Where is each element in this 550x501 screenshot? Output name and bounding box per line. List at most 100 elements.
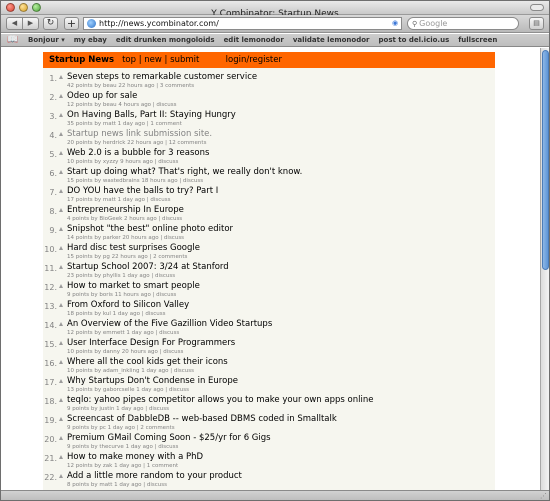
bookmark-my-ebay[interactable]: my ebay xyxy=(74,36,107,44)
story-title-link[interactable]: On Having Balls, Part II: Staying Hungry xyxy=(67,110,236,120)
story-rank: 13. xyxy=(44,302,57,311)
story-item: 17. Why Startups Don't Condense in Europe… xyxy=(43,376,495,395)
address-bar[interactable]: http://news.ycombinator.com/ ◉ xyxy=(83,17,402,30)
story-title-link[interactable]: From Oxford to Silicon Valley xyxy=(67,300,189,310)
back-forward-group: ◀ ▶ xyxy=(6,17,39,30)
forward-button[interactable]: ▶ xyxy=(22,18,38,29)
story-title-link[interactable]: Startup news link submission site. xyxy=(67,129,212,139)
story-rank: 5. xyxy=(49,150,57,159)
story-rank: 11. xyxy=(44,264,57,273)
upvote-arrow-icon[interactable] xyxy=(59,436,63,440)
story-item: 3. On Having Balls, Part II: Staying Hung… xyxy=(43,110,495,129)
search-input[interactable] xyxy=(419,19,500,28)
story-subtext: 17 points by matt 1 day ago | discuss xyxy=(67,197,171,203)
story-title-link[interactable]: Snipshot "the best" online photo editor xyxy=(67,224,233,234)
scrollbar-thumb[interactable] xyxy=(542,50,549,270)
upvote-arrow-icon[interactable] xyxy=(59,455,63,459)
bookmark-post-to-delicious[interactable]: post to del.icio.us xyxy=(379,36,450,44)
upvote-arrow-icon[interactable] xyxy=(59,132,63,136)
nav-submit[interactable]: submit xyxy=(170,55,199,65)
story-title-link[interactable]: How to market to smart people xyxy=(67,281,200,291)
login-register-link[interactable]: login/register xyxy=(226,55,282,65)
story-title-link[interactable]: Odeo up for sale xyxy=(67,91,137,101)
story-item: 11. Startup School 2007: 3/24 at Stanford… xyxy=(43,262,495,281)
nav-top[interactable]: top xyxy=(122,55,136,65)
search-field[interactable]: ⚲ xyxy=(407,17,519,30)
zoom-window-icon[interactable] xyxy=(32,3,41,12)
story-title-link[interactable]: Premium GMail Coming Soon - $25/yr for 6… xyxy=(67,433,271,443)
story-title-link[interactable]: Entrepreneurship In Europe xyxy=(67,205,184,215)
upvote-arrow-icon[interactable] xyxy=(59,113,63,117)
story-title-link[interactable]: DO YOU have the balls to try? Part I xyxy=(67,186,218,196)
add-bookmark-button[interactable]: + xyxy=(64,17,79,30)
story-title-link[interactable]: How to make money with a PhD xyxy=(67,452,203,462)
story-item: 6. Start up doing what? That's right, we … xyxy=(43,167,495,186)
story-title-link[interactable]: Web 2.0 is a bubble for 3 reasons xyxy=(67,148,209,158)
toolbar-toggle-button[interactable] xyxy=(530,4,544,11)
page-menu-button[interactable]: ▤ xyxy=(529,17,544,30)
story-subtext: 9 points by boris 11 hours ago | discuss xyxy=(67,292,177,298)
upvote-arrow-icon[interactable] xyxy=(59,417,63,421)
story-title-link[interactable]: Screencast of DabbleDB -- web-based DBMS… xyxy=(67,414,337,424)
upvote-arrow-icon[interactable] xyxy=(59,265,63,269)
story-title-link[interactable]: teqlo: yahoo pipes competitor allows you… xyxy=(67,395,373,405)
url-text[interactable]: http://news.ycombinator.com/ xyxy=(99,19,389,28)
back-button[interactable]: ◀ xyxy=(7,18,22,29)
browser-window: Y Combinator: Startup News ◀ ▶ ↻ + http:… xyxy=(0,0,550,501)
bookmark-bonjour[interactable]: Bonjour ▾ xyxy=(28,36,65,44)
story-title-link[interactable]: Why Startups Don't Condense in Europe xyxy=(67,376,238,386)
nav-new[interactable]: new xyxy=(144,55,162,65)
story-list: 1. Seven steps to remarkable customer ser… xyxy=(43,68,495,490)
upvote-arrow-icon[interactable] xyxy=(59,379,63,383)
minimize-window-icon[interactable] xyxy=(19,3,28,12)
story-title-link[interactable]: User Interface Design For Programmers xyxy=(67,338,235,348)
close-window-icon[interactable] xyxy=(6,3,15,12)
site-title[interactable]: Startup News xyxy=(49,55,114,65)
story-title-link[interactable]: An Overview of the Five Gazillion Video … xyxy=(67,319,272,329)
upvote-arrow-icon[interactable] xyxy=(59,170,63,174)
upvote-arrow-icon[interactable] xyxy=(59,284,63,288)
story-title-link[interactable]: Startup School 2007: 3/24 at Stanford xyxy=(67,262,229,272)
bookmark-validate-lemonodor[interactable]: validate lemonodor xyxy=(293,36,370,44)
resize-grip-icon[interactable]: ⋰ xyxy=(540,492,547,500)
upvote-arrow-icon[interactable] xyxy=(59,360,63,364)
story-title-link[interactable]: Start up doing what? That's right, we re… xyxy=(67,167,302,177)
upvote-arrow-icon[interactable] xyxy=(59,227,63,231)
upvote-arrow-icon[interactable] xyxy=(59,303,63,307)
story-item: 10. Hard disc test surprises Google 15 poi… xyxy=(43,243,495,262)
upvote-arrow-icon[interactable] xyxy=(59,208,63,212)
story-item: 13. From Oxford to Silicon Valley 18 point… xyxy=(43,300,495,319)
upvote-arrow-icon[interactable] xyxy=(59,189,63,193)
story-rank: 18. xyxy=(44,397,57,406)
story-item: 14. An Overview of the Five Gazillion Vid… xyxy=(43,319,495,338)
upvote-arrow-icon[interactable] xyxy=(59,398,63,402)
upvote-arrow-icon[interactable] xyxy=(59,246,63,250)
upvote-arrow-icon[interactable] xyxy=(59,341,63,345)
upvote-arrow-icon[interactable] xyxy=(59,94,63,98)
upvote-arrow-icon[interactable] xyxy=(59,474,63,478)
bookmarks-book-icon[interactable]: 📖 xyxy=(6,35,20,45)
reload-icon: ↻ xyxy=(46,18,55,28)
story-subtext: 20 points by herdrick 22 hours ago | 12 … xyxy=(67,140,207,146)
story-subtext: 18 points by kul 1 day ago | discuss xyxy=(67,311,166,317)
story-title-link[interactable]: Seven steps to remarkable customer servi… xyxy=(67,72,257,82)
story-rank: 14. xyxy=(44,321,57,330)
upvote-arrow-icon[interactable] xyxy=(59,322,63,326)
vertical-scrollbar[interactable] xyxy=(540,48,549,490)
story-title-link[interactable]: Hard disc test surprises Google xyxy=(67,243,200,253)
story-subtext: 9 points by pc 1 day ago | 2 comments xyxy=(67,425,175,431)
bookmark-edit-drunken-mongoloids[interactable]: edit drunken mongoloids xyxy=(116,36,215,44)
rss-icon[interactable]: ◉ xyxy=(389,19,401,28)
story-item: 9. Snipshot "the best" online photo edito… xyxy=(43,224,495,243)
upvote-arrow-icon[interactable] xyxy=(59,151,63,155)
story-title-link[interactable]: Add a little more random to your product xyxy=(67,471,242,481)
title-bar[interactable]: Y Combinator: Startup News xyxy=(1,1,549,19)
story-item: 2. Odeo up for sale 12 points by beau 4 ho… xyxy=(43,91,495,110)
story-subtext: 42 points by beau 22 hours ago | 3 comme… xyxy=(67,83,195,89)
bookmark-fullscreen[interactable]: fullscreen xyxy=(458,36,497,44)
story-subtext: 12 points by emmett 1 day ago | discuss xyxy=(67,330,180,336)
story-title-link[interactable]: Where all the cool kids get their icons xyxy=(67,357,228,367)
reload-button[interactable]: ↻ xyxy=(43,17,58,30)
bookmark-edit-lemonodor[interactable]: edit lemonodor xyxy=(224,36,284,44)
upvote-arrow-icon[interactable] xyxy=(59,75,63,79)
